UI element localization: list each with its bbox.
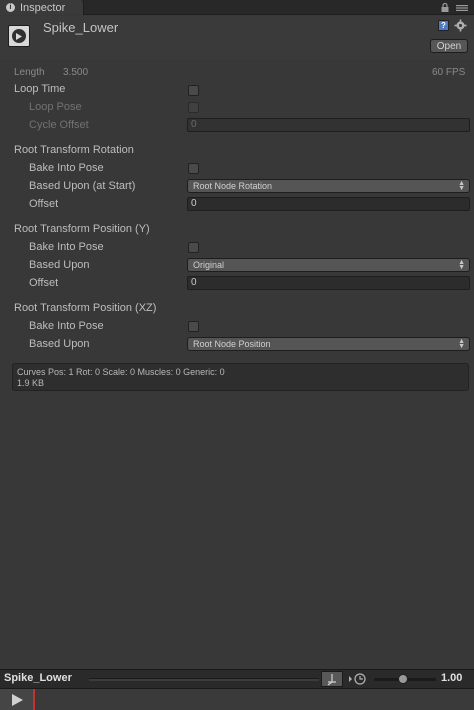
position-xz-based-label: Based Upon (29, 338, 90, 350)
position-y-based-label: Based Upon (29, 259, 90, 271)
position-y-bake-label: Bake Into Pose (29, 241, 104, 253)
root-position-y-heading: Root Transform Position (Y) (14, 223, 150, 235)
rotation-offset-field[interactable]: 0 (187, 197, 470, 211)
rotation-based-dropdown[interactable]: Root Node Rotation ▲ ▼ (187, 179, 470, 193)
dropdown-arrows-icon: ▲ ▼ (458, 338, 465, 350)
asset-header: Spike_Lower ? Open (0, 16, 474, 60)
play-icon (11, 694, 23, 706)
fps-value: 60 FPS (432, 67, 466, 78)
preview-title: Spike_Lower (4, 672, 72, 684)
curves-info-box: Curves Pos: 1 Rot: 0 Scale: 0 Muscles: 0… (12, 363, 469, 391)
position-xz-bake-label: Bake Into Pose (29, 320, 104, 332)
lock-icon[interactable] (441, 3, 449, 12)
preview-timeline[interactable] (0, 688, 474, 710)
pivot-icon (327, 674, 336, 686)
asset-name: Spike_Lower (43, 20, 119, 35)
loop-time-checkbox[interactable] (188, 85, 199, 96)
position-y-based-value: Original (193, 260, 225, 270)
position-y-bake-checkbox[interactable] (188, 242, 199, 253)
gear-icon[interactable] (454, 19, 467, 32)
preview-toolbar: Spike_Lower 1.00 (0, 669, 474, 688)
position-xz-based-value: Root Node Position (193, 339, 271, 349)
position-y-offset-field[interactable]: 0 (187, 276, 470, 290)
playback-speed-icon (349, 673, 366, 685)
speed-slider-thumb[interactable] (398, 674, 408, 684)
preview-drag-bar[interactable] (89, 678, 319, 681)
loop-pose-checkbox[interactable] (188, 102, 199, 113)
playhead[interactable] (33, 689, 35, 710)
rotation-offset-label: Offset (29, 198, 59, 210)
position-y-offset-label: Offset (29, 277, 59, 289)
curves-size: 1.9 KB (17, 378, 45, 388)
length-value: 3.500 (63, 67, 89, 78)
animation-clip-icon (8, 25, 30, 47)
length-label: Length (14, 67, 45, 78)
open-button[interactable]: Open (430, 39, 468, 53)
position-xz-based-dropdown[interactable]: Root Node Position ▲ ▼ (187, 337, 470, 351)
tab-inspector[interactable]: i Inspector (0, 0, 84, 15)
cycle-offset-label: Cycle Offset (29, 119, 89, 131)
play-button[interactable] (0, 689, 34, 710)
rotation-bake-checkbox[interactable] (188, 163, 199, 174)
position-y-based-dropdown[interactable]: Original ▲ ▼ (187, 258, 470, 272)
loop-time-label: Loop Time (14, 83, 66, 95)
tab-label: Inspector (20, 1, 66, 14)
menu-icon[interactable] (456, 5, 468, 11)
rotation-bake-label: Bake Into Pose (29, 162, 104, 174)
dropdown-arrows-icon: ▲ ▼ (458, 259, 465, 271)
cycle-offset-field[interactable]: 0 (187, 118, 470, 132)
root-position-xz-heading: Root Transform Position (XZ) (14, 302, 157, 314)
loop-pose-label: Loop Pose (29, 101, 82, 113)
info-icon: i (6, 3, 15, 12)
help-icon[interactable]: ? (438, 20, 449, 31)
curves-summary: Curves Pos: 1 Rot: 0 Scale: 0 Muscles: 0… (17, 367, 225, 377)
speed-value: 1.00 (441, 672, 463, 684)
position-xz-bake-checkbox[interactable] (188, 321, 199, 332)
root-rotation-heading: Root Transform Rotation (14, 144, 134, 156)
rotation-based-label: Based Upon (at Start) (29, 180, 136, 192)
rotation-based-value: Root Node Rotation (193, 181, 273, 191)
tab-bar: i Inspector (0, 0, 474, 15)
pivot-toggle-button[interactable] (321, 671, 343, 687)
dropdown-arrows-icon: ▲ ▼ (458, 180, 465, 192)
